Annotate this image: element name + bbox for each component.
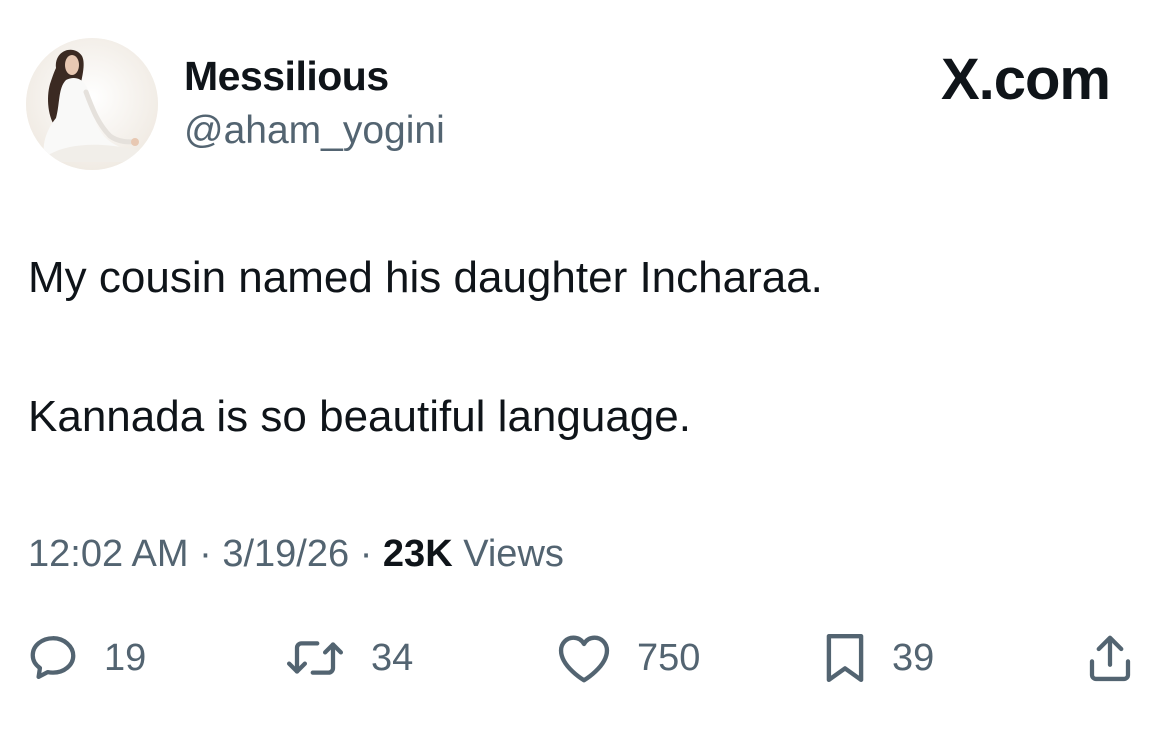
post-date[interactable]: 3/19/26 — [222, 533, 349, 575]
share-icon — [1089, 635, 1131, 682]
bookmark-button[interactable]: 39 — [822, 620, 934, 696]
meta-separator: · — [359, 533, 373, 575]
views-label: Views — [463, 533, 564, 575]
author-handle[interactable]: @aham_yogini — [184, 108, 445, 154]
repost-button[interactable]: 34 — [283, 620, 413, 696]
meta-separator: · — [199, 533, 212, 575]
avatar[interactable] — [26, 38, 158, 170]
post-text-line-2: Kannada is so beautiful language. — [28, 392, 691, 441]
bookmark-count: 39 — [892, 637, 935, 679]
meditating-woman-avatar-image — [26, 38, 158, 170]
action-bar: 19 34 750 39 — [0, 620, 1170, 696]
share-button[interactable] — [1083, 620, 1137, 696]
author-display-name[interactable]: Messilious — [184, 53, 389, 99]
like-button[interactable]: 750 — [555, 620, 700, 696]
views-count: 23K — [382, 533, 453, 575]
post-time[interactable]: 12:02 AM — [28, 533, 189, 575]
bookmark-icon — [826, 633, 864, 683]
post-card: Messilious @aham_yogini X.com My cousin … — [0, 0, 1170, 745]
reply-button[interactable]: 19 — [26, 620, 146, 696]
post-text-line-1: My cousin named his daughter Incharaa. — [28, 253, 823, 302]
repost-icon — [286, 641, 344, 675]
post-meta: 12:02 AM · 3/19/26 · 23K Views — [28, 531, 564, 577]
heart-icon — [558, 635, 610, 683]
site-watermark: X.com — [940, 47, 1111, 112]
reply-icon — [30, 636, 76, 680]
like-count: 750 — [637, 637, 701, 679]
reply-count: 19 — [104, 637, 147, 679]
repost-count: 34 — [371, 637, 414, 679]
